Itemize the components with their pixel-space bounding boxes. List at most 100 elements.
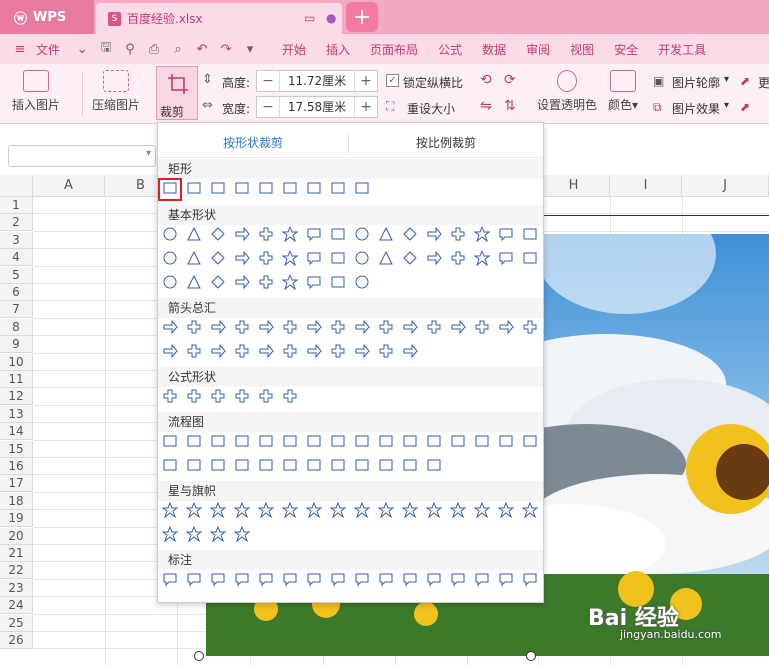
effect-dropdown-icon[interactable]: ▾ xyxy=(724,100,729,111)
crop-shape-option[interactable] xyxy=(426,571,442,587)
namebox-dropdown-icon[interactable]: ▾ xyxy=(146,148,151,159)
crop-shape-option[interactable] xyxy=(402,319,418,335)
crop-shape-option[interactable] xyxy=(162,571,178,587)
crop-shape-option[interactable] xyxy=(162,388,178,404)
crop-shape-option[interactable] xyxy=(354,433,370,449)
crop-shape-option[interactable] xyxy=(282,226,298,242)
chevron-down-icon[interactable]: ⌄ xyxy=(70,42,94,57)
reset-size-button[interactable]: 重设大小 xyxy=(407,100,455,117)
monitor-icon[interactable]: ▭ xyxy=(304,11,315,25)
crop-shape-option[interactable] xyxy=(522,571,538,587)
crop-shape-option[interactable] xyxy=(522,502,538,518)
tab-view[interactable]: 视图 xyxy=(560,41,604,58)
more-tools-label[interactable]: 更 xyxy=(758,74,769,91)
color-button[interactable]: 颜色▾ xyxy=(608,70,638,113)
rotate-right-icon[interactable]: ⟳ xyxy=(504,72,516,88)
crop-shape-option[interactable] xyxy=(354,457,370,473)
crop-shape-option[interactable] xyxy=(210,571,226,587)
row-header[interactable]: 13 xyxy=(0,405,33,423)
crop-shape-option[interactable] xyxy=(378,343,394,359)
row-header[interactable]: 20 xyxy=(0,527,33,545)
crop-shape-option[interactable] xyxy=(354,250,370,266)
crop-by-ratio-tab[interactable]: 按比例裁剪 xyxy=(349,129,543,157)
crop-shape-option[interactable] xyxy=(186,502,202,518)
crop-shape-option[interactable] xyxy=(234,526,250,542)
crop-shape-option[interactable] xyxy=(234,502,250,518)
row-header[interactable]: 1 xyxy=(0,197,33,214)
row-header[interactable]: 8 xyxy=(0,318,33,336)
set-transparent-button[interactable]: 设置透明色 xyxy=(537,70,597,113)
resize-handle[interactable] xyxy=(194,651,204,661)
crop-shape-option[interactable] xyxy=(402,226,418,242)
row-header[interactable]: 22 xyxy=(0,562,33,580)
outline-dropdown-icon[interactable]: ▾ xyxy=(724,74,729,85)
row-header[interactable]: 5 xyxy=(0,266,33,284)
crop-shape-option[interactable] xyxy=(354,343,370,359)
picture-effect-button[interactable]: 图片效果 xyxy=(672,100,720,117)
crop-shape-option[interactable] xyxy=(258,502,274,518)
column-header[interactable]: I xyxy=(610,175,682,197)
print-icon[interactable]: ⎙ xyxy=(142,42,166,57)
crop-shape-option[interactable] xyxy=(378,502,394,518)
crop-shape-option[interactable] xyxy=(306,571,322,587)
row-header[interactable]: 19 xyxy=(0,510,33,528)
crop-shape-option[interactable] xyxy=(258,433,274,449)
crop-shape-option[interactable] xyxy=(282,250,298,266)
width-stepper[interactable]: − 17.58厘米 + xyxy=(256,96,378,118)
row-header[interactable]: 25 xyxy=(0,614,33,632)
crop-shape-option[interactable] xyxy=(162,526,178,542)
tab-developer[interactable]: 开发工具 xyxy=(648,41,716,58)
crop-shape-option[interactable] xyxy=(186,319,202,335)
crop-shape-option[interactable] xyxy=(234,180,250,196)
crop-shape-option[interactable] xyxy=(210,180,226,196)
column-header[interactable]: J xyxy=(682,175,769,197)
column-header[interactable]: H xyxy=(538,175,610,197)
crop-shape-option[interactable] xyxy=(282,388,298,404)
tab-page-layout[interactable]: 页面布局 xyxy=(360,41,428,58)
document-tab[interactable]: S 百度经验.xlsx ▭ ● xyxy=(96,3,342,34)
crop-shape-option[interactable] xyxy=(258,319,274,335)
crop-shape-option[interactable] xyxy=(378,250,394,266)
crop-shape-option[interactable] xyxy=(210,526,226,542)
crop-shape-option[interactable] xyxy=(498,319,514,335)
tab-review[interactable]: 审阅 xyxy=(516,41,560,58)
flip-horizontal-icon[interactable]: ⇋ xyxy=(480,98,492,114)
crop-shape-option[interactable] xyxy=(210,319,226,335)
crop-shape-option[interactable] xyxy=(162,274,178,290)
row-header[interactable]: 14 xyxy=(0,423,33,441)
height-input[interactable]: 11.72厘米 xyxy=(279,71,355,91)
crop-shape-option[interactable] xyxy=(378,226,394,242)
crop-shape-option[interactable] xyxy=(426,502,442,518)
crop-shape-option[interactable] xyxy=(330,274,346,290)
rotate-left-icon[interactable]: ⟲ xyxy=(480,72,492,88)
row-header[interactable]: 3 xyxy=(0,231,33,249)
crop-shape-option[interactable] xyxy=(282,433,298,449)
crop-shape-option[interactable] xyxy=(402,433,418,449)
crop-shape-option[interactable] xyxy=(282,343,298,359)
crop-shape-option[interactable] xyxy=(498,502,514,518)
crop-shape-option[interactable] xyxy=(234,388,250,404)
crop-shape-option[interactable] xyxy=(234,343,250,359)
crop-shape-option[interactable] xyxy=(378,571,394,587)
crop-shape-option[interactable] xyxy=(258,250,274,266)
row-header[interactable]: 11 xyxy=(0,371,33,388)
crop-shape-option[interactable] xyxy=(354,180,370,196)
tab-security[interactable]: 安全 xyxy=(604,41,648,58)
crop-shape-option[interactable] xyxy=(186,433,202,449)
hamburger-icon[interactable]: ≡ xyxy=(8,42,32,57)
crop-shape-option[interactable] xyxy=(234,226,250,242)
crop-shape-option[interactable] xyxy=(258,571,274,587)
crop-shape-option[interactable] xyxy=(522,250,538,266)
crop-shape-option[interactable] xyxy=(498,571,514,587)
resize-handle[interactable] xyxy=(526,651,536,661)
crop-shape-option[interactable] xyxy=(306,319,322,335)
undo-icon[interactable]: ↶ xyxy=(190,42,214,57)
crop-shape-option[interactable] xyxy=(282,274,298,290)
crop-shape-option[interactable] xyxy=(258,457,274,473)
compress-picture-button[interactable]: 压缩图片 xyxy=(92,70,140,113)
crop-shape-option[interactable] xyxy=(306,250,322,266)
more-tools-icon-2[interactable]: ⬈ xyxy=(740,100,750,114)
crop-shape-option[interactable] xyxy=(258,274,274,290)
insert-picture-button[interactable]: 插入图片 xyxy=(12,70,60,113)
crop-shape-option[interactable] xyxy=(402,343,418,359)
